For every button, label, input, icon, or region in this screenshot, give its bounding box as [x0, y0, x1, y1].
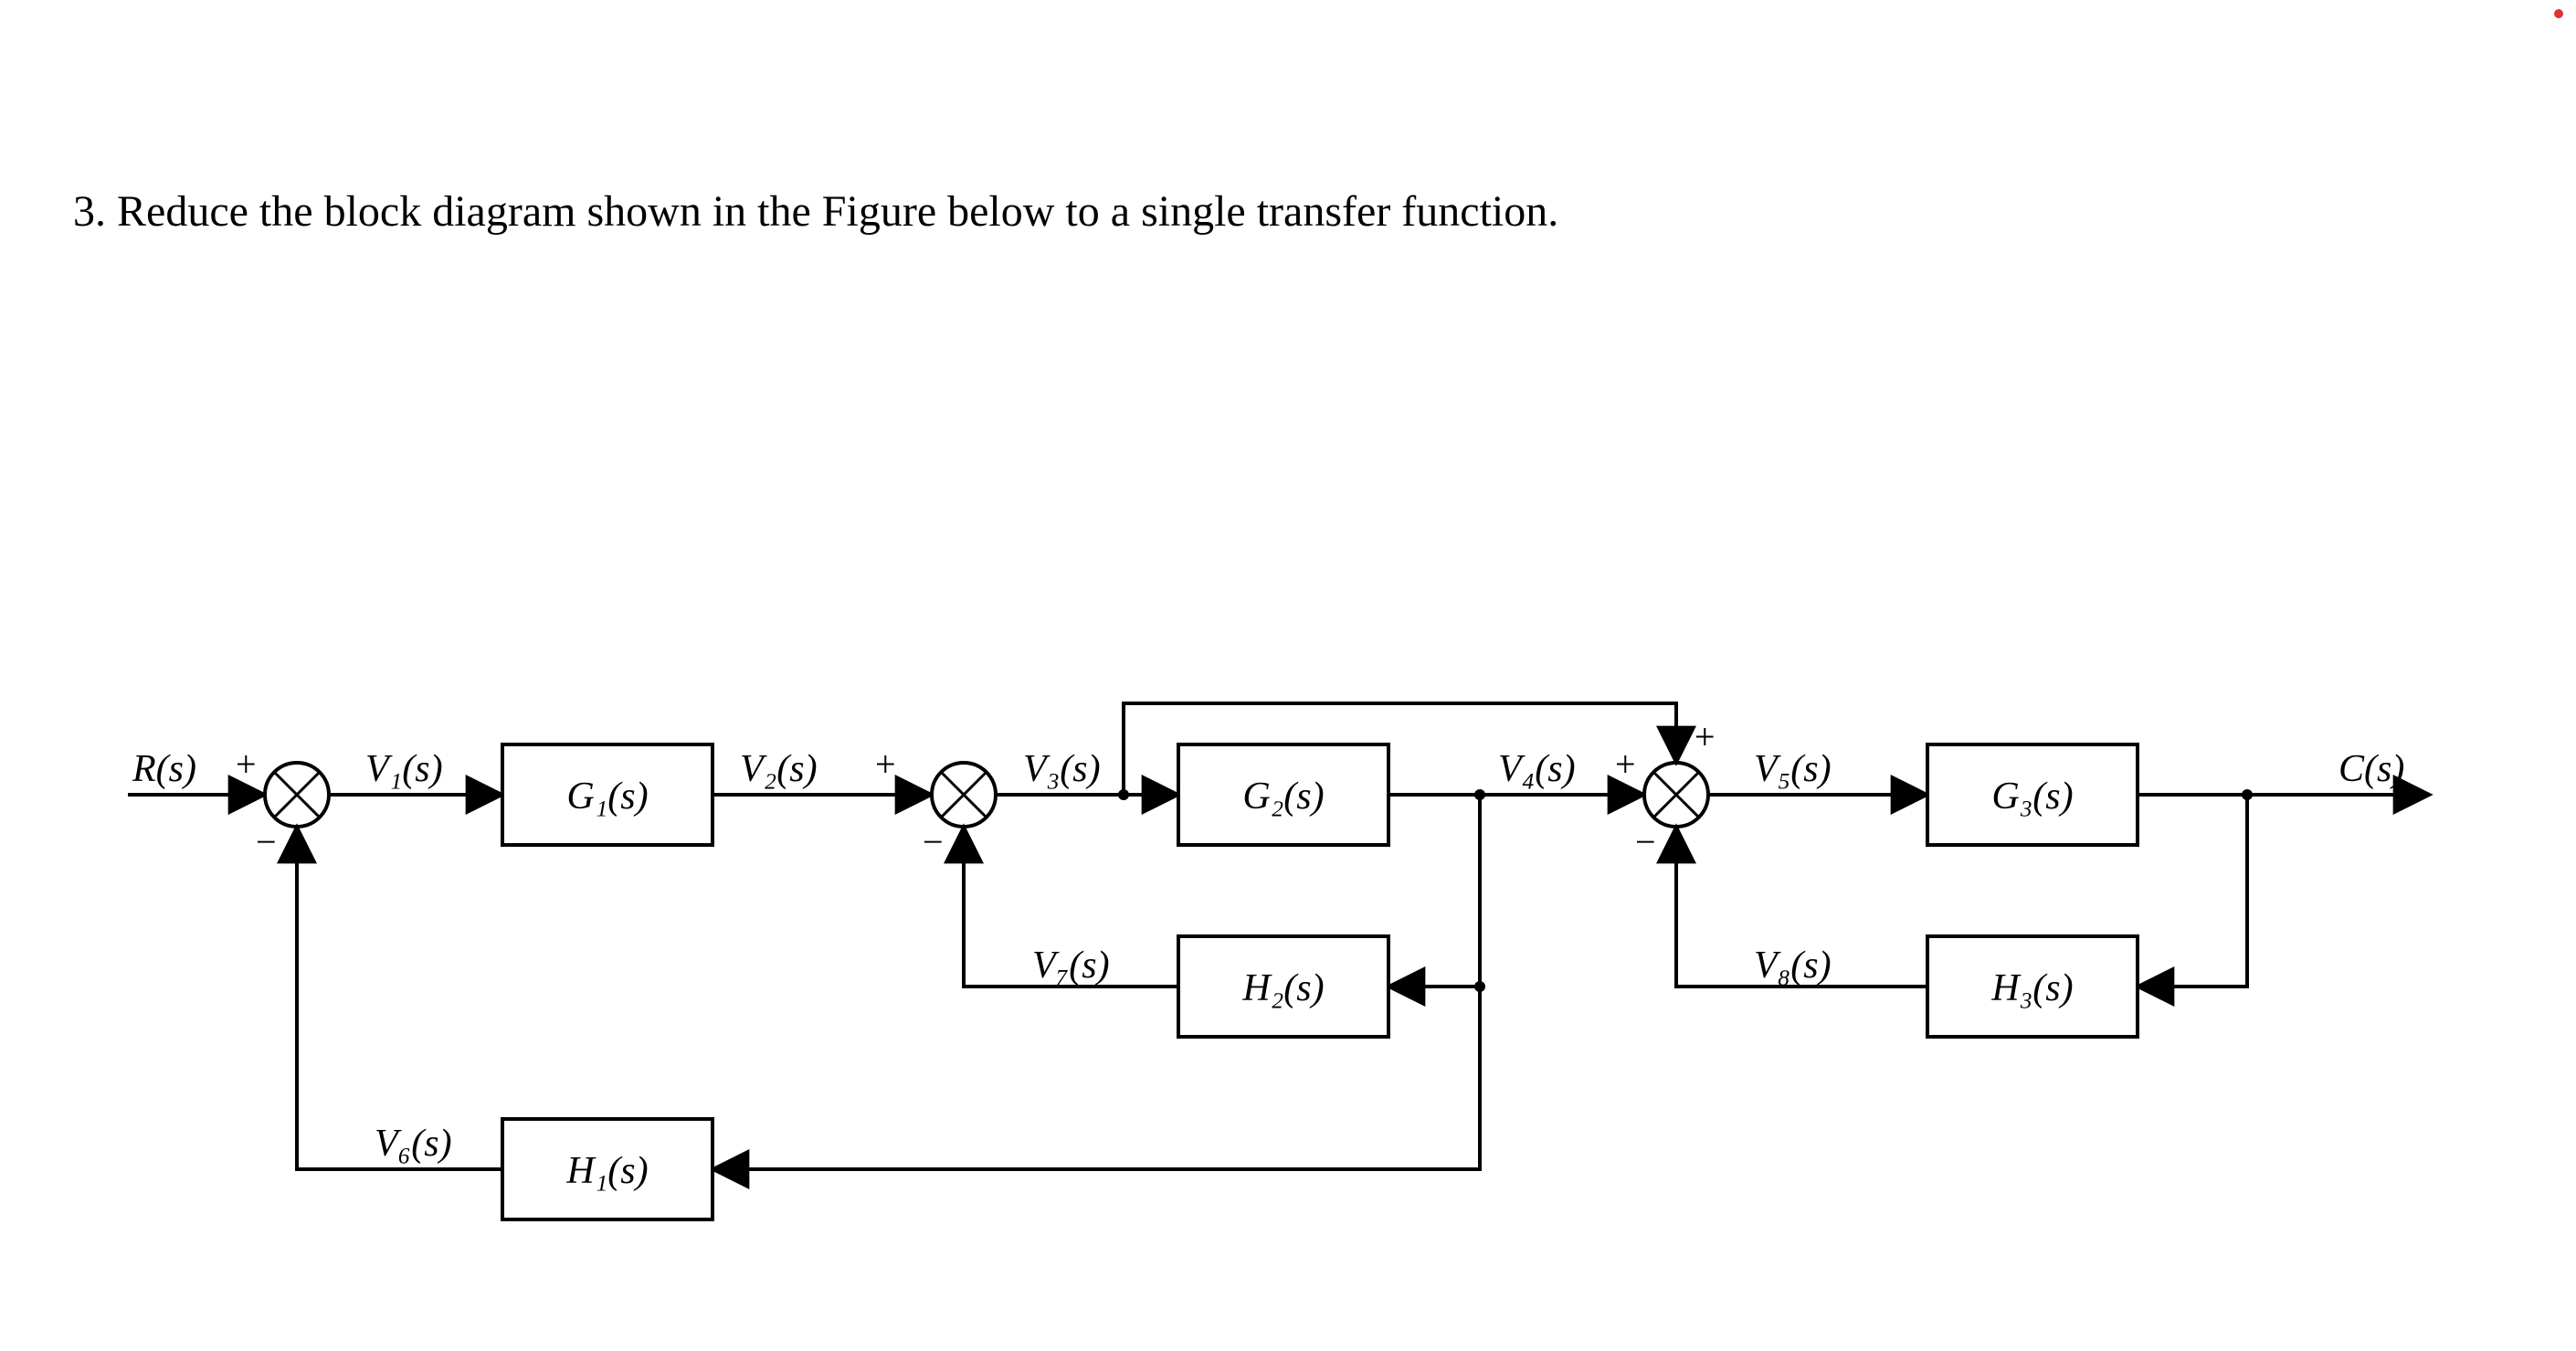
sign-minus-2: − — [923, 821, 944, 862]
summing-junction-1 — [265, 763, 329, 827]
label-v5: V₅(s) — [1754, 748, 1832, 790]
label-g3: G₃(s) — [1991, 776, 2073, 818]
label-h2: H₂(s) — [1241, 967, 1324, 1009]
sign-plus-1: + — [236, 744, 257, 785]
label-h1: H₁(s) — [565, 1150, 648, 1192]
question-number: 3. — [73, 187, 106, 236]
sign-plus-3b: + — [1615, 744, 1636, 785]
label-c: C(s) — [2338, 748, 2404, 790]
question-text: 3. Reduce the block diagram shown in the… — [73, 183, 2448, 242]
label-r: R(s) — [132, 748, 196, 790]
sign-minus-3: − — [1635, 821, 1656, 862]
block-diagram: G₁(s) G₂(s) G₃(s) H₁(s) H₂(s) H₃(s) R(s)… — [110, 694, 2466, 1272]
summing-junction-3 — [1644, 763, 1708, 827]
label-v4: V₄(s) — [1498, 748, 1576, 790]
summing-junction-2 — [932, 763, 996, 827]
marker-dot — [2554, 9, 2563, 18]
label-v8: V₈(s) — [1754, 945, 1832, 987]
sign-plus-2: + — [875, 744, 896, 785]
label-v1: V₁(s) — [365, 748, 443, 790]
label-g2: G₂(s) — [1242, 776, 1324, 818]
label-v2: V₂(s) — [740, 748, 818, 790]
label-g1: G₁(s) — [566, 776, 648, 818]
sign-plus-3a: + — [1694, 716, 1716, 757]
label-h3: H₃(s) — [1990, 967, 2073, 1009]
label-v7: V₇(s) — [1032, 945, 1110, 987]
label-v6: V₆(s) — [375, 1123, 452, 1165]
sign-minus-1: − — [256, 821, 277, 862]
label-v3: V₃(s) — [1023, 748, 1101, 790]
question-body: Reduce the block diagram shown in the Fi… — [117, 187, 1558, 236]
